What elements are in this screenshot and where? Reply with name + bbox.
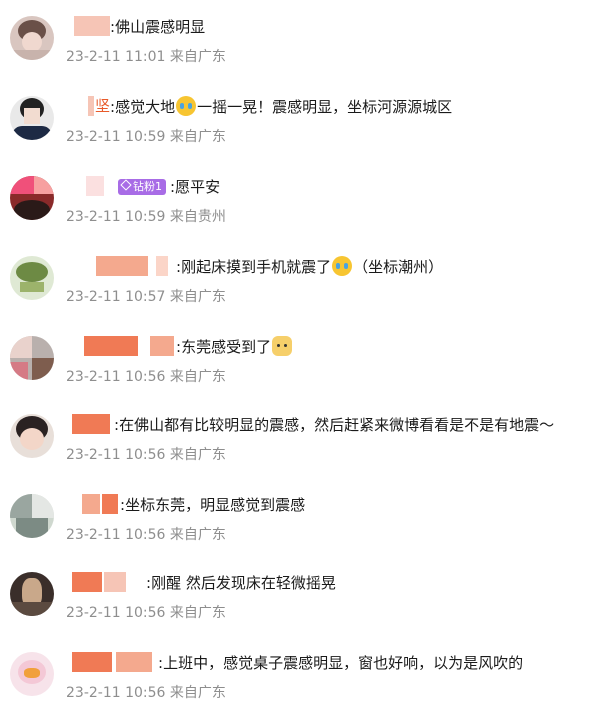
- comment-meta: 23-2-11 10:56 来自广东: [66, 446, 226, 464]
- comment-location: 来自贵州: [169, 209, 226, 225]
- comment-body: :上班中，感觉桌子震感明显，窗也好响，以为是风吹的: [66, 652, 594, 674]
- comment-list-page: { "comments": [ {"name_tail": "", "separ…: [0, 0, 600, 701]
- comment-time: 23-2-11 10:56: [66, 447, 166, 463]
- comment-text: 愿平安: [175, 178, 221, 196]
- comment-location: 来自广东: [169, 685, 226, 701]
- comment-location: 来自广东: [169, 527, 226, 543]
- fan-badge[interactable]: 钻粉1: [118, 179, 166, 195]
- comment-item: :东莞感受到了 23-2-11 10:56 来自广东: [0, 320, 600, 398]
- comment-meta: 23-2-11 10:57 来自广东: [66, 288, 226, 306]
- comment-meta: 23-2-11 10:59 来自贵州: [66, 208, 226, 226]
- comment-location: 来自广东: [169, 369, 226, 385]
- comment-body: :东莞感受到了: [66, 336, 594, 358]
- comment-text: 东莞感受到了: [181, 338, 272, 356]
- comment-meta: 23-2-11 10:59 来自广东: [66, 128, 226, 146]
- comment-time: 23-2-11 10:56: [66, 685, 166, 701]
- username-redacted[interactable]: [66, 256, 176, 276]
- comment-time: 23-2-11 10:56: [66, 527, 166, 543]
- comment-location: 来自广东: [169, 289, 226, 305]
- comment-meta: 23-2-11 10:56 来自广东: [66, 684, 226, 702]
- comment-item: 钻粉1:愿平安 23-2-11 10:59 来自贵州: [0, 160, 600, 238]
- comment-item: 坚 :感觉大地 一摇一晃！震感明显，坐标河源源城区 23-2-11 10:59 来…: [0, 80, 600, 158]
- badge-label: 钻粉1: [133, 180, 162, 193]
- comment-meta: 23-2-11 10:56 来自广东: [66, 368, 226, 386]
- comment-body: :佛山震感明显: [66, 16, 594, 38]
- crying-face-emoji: [176, 96, 197, 116]
- avatar[interactable]: [10, 96, 54, 140]
- avatar[interactable]: [10, 176, 54, 220]
- comment-item: :刚醒 然后发现床在轻微摇晃 23-2-11 10:56 来自广东: [0, 556, 600, 634]
- comment-text: 坐标东莞，明显感觉到震感: [125, 496, 306, 514]
- avatar[interactable]: [10, 652, 54, 696]
- comment-body: 钻粉1:愿平安: [66, 176, 594, 198]
- comment-body: :在佛山都有比较明显的震感，然后赶紧来微博看看是不是有地震～: [66, 414, 594, 436]
- avatar[interactable]: [10, 336, 54, 380]
- username-redacted[interactable]: [66, 572, 146, 592]
- comment-location: 来自广东: [169, 49, 226, 65]
- comment-location: 来自广东: [169, 129, 226, 145]
- avatar[interactable]: [10, 414, 54, 458]
- comment-text: 上班中，感觉桌子震感明显，窗也好响，以为是风吹的: [163, 654, 524, 672]
- comment-text: 佛山震感明显: [115, 18, 206, 36]
- comment-time: 23-2-11 10:59: [66, 129, 166, 145]
- comment-item: :上班中，感觉桌子震感明显，窗也好响，以为是风吹的 23-2-11 10:56 …: [0, 636, 600, 714]
- comment-item: :佛山震感明显 23-2-11 11:01 来自广东: [0, 0, 600, 78]
- diamond-icon: [120, 179, 132, 191]
- username-redacted[interactable]: [66, 336, 176, 356]
- comment-meta: 23-2-11 10:56 来自广东: [66, 526, 226, 544]
- comment-location: 来自广东: [169, 447, 226, 463]
- comment-meta: 23-2-11 11:01 来自广东: [66, 48, 226, 66]
- comment-text: 刚醒 然后发现床在轻微摇晃: [151, 574, 336, 592]
- username-redacted[interactable]: [66, 494, 120, 514]
- dog-face-emoji: [272, 336, 293, 356]
- comment-text: 感觉大地: [115, 98, 176, 116]
- username-redacted[interactable]: [66, 176, 116, 196]
- comment-body: :坐标东莞，明显感觉到震感: [66, 494, 594, 516]
- comment-item: :坐标东莞，明显感觉到震感 23-2-11 10:56 来自广东: [0, 478, 600, 556]
- username-redacted[interactable]: [66, 652, 158, 672]
- crying-face-emoji: [332, 256, 353, 276]
- comment-time: 23-2-11 10:56: [66, 605, 166, 621]
- comment-time: 23-2-11 11:01: [66, 49, 166, 65]
- username-redacted[interactable]: [66, 414, 114, 434]
- comment-time: 23-2-11 10:56: [66, 369, 166, 385]
- comment-time: 23-2-11 10:59: [66, 209, 166, 225]
- comment-text: 一摇一晃！震感明显，坐标河源源城区: [197, 98, 453, 116]
- comment-item: :在佛山都有比较明显的震感，然后赶紧来微博看看是不是有地震～ 23-2-11 1…: [0, 398, 600, 476]
- username-tail: 坚: [94, 97, 110, 115]
- comment-body: :刚醒 然后发现床在轻微摇晃: [66, 572, 594, 594]
- avatar[interactable]: [10, 572, 54, 616]
- comment-text: 在佛山都有比较明显的震感，然后赶紧来微博看看是不是有地震～: [119, 416, 555, 434]
- comment-item: :刚起床摸到手机就震了 （坐标潮州） 23-2-11 10:57 来自广东: [0, 240, 600, 318]
- username-redacted[interactable]: [66, 16, 110, 36]
- comment-body: 坚 :感觉大地 一摇一晃！震感明显，坐标河源源城区: [66, 96, 594, 118]
- comment-text: 刚起床摸到手机就震了: [181, 258, 332, 276]
- avatar[interactable]: [10, 16, 54, 60]
- comment-meta: 23-2-11 10:56 来自广东: [66, 604, 226, 622]
- comment-time: 23-2-11 10:57: [66, 289, 166, 305]
- avatar[interactable]: [10, 494, 54, 538]
- comment-body: :刚起床摸到手机就震了 （坐标潮州）: [66, 256, 594, 278]
- comment-location: 来自广东: [169, 605, 226, 621]
- avatar[interactable]: [10, 256, 54, 300]
- comment-text: （坐标潮州）: [353, 258, 444, 276]
- username-redacted[interactable]: 坚: [66, 96, 110, 116]
